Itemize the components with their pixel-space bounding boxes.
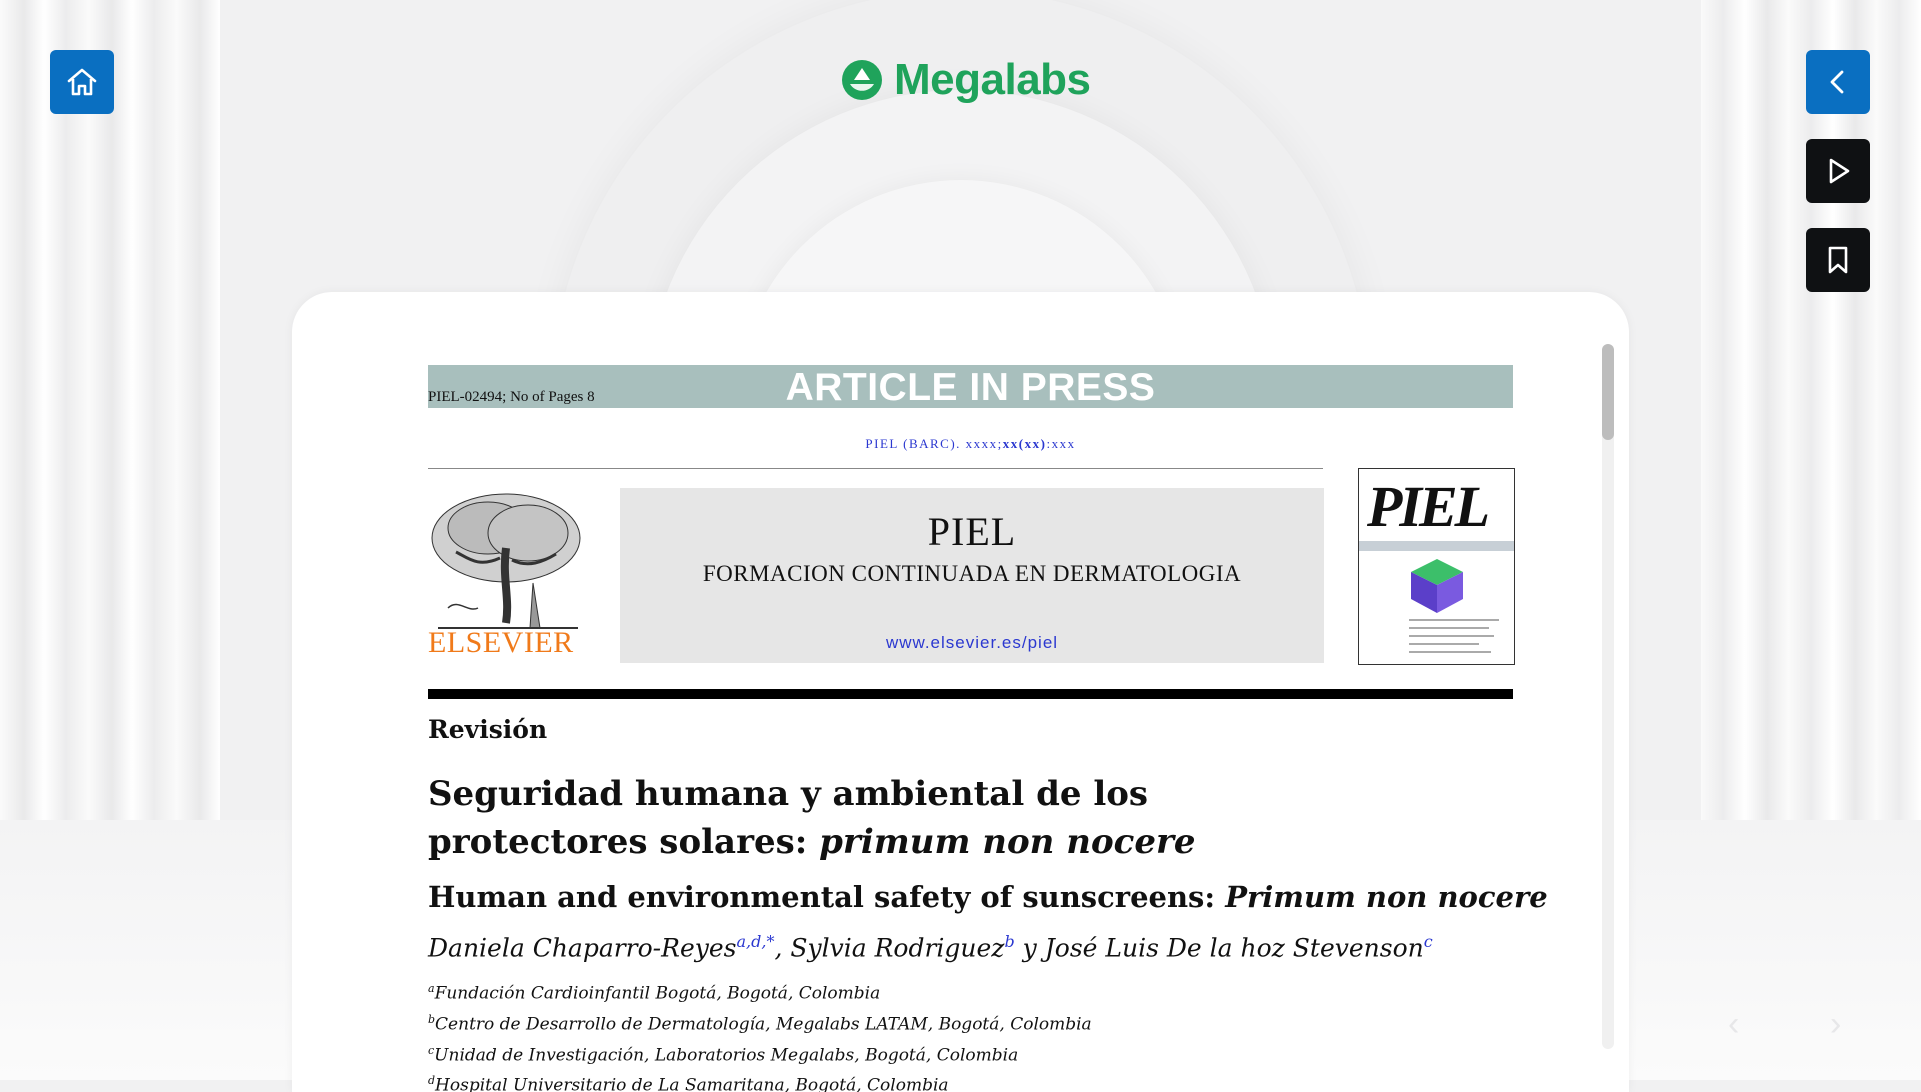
- journal-header: ELSEVIER PIEL FORMACION CONTINUADA EN DE…: [428, 468, 1515, 692]
- author-marks[interactable]: c: [1424, 932, 1433, 951]
- journal-citation-pages: :xxx: [1046, 436, 1076, 451]
- play-icon: [1829, 158, 1850, 184]
- home-icon: [67, 68, 97, 96]
- cover-text-line: [1409, 619, 1499, 621]
- affiliation-item: aFundación Cardioinfantil Bogotá, Bogotá…: [428, 976, 1513, 1007]
- author-list: Daniela Chaparro-Reyesa,d,*, Sylvia Rodr…: [428, 932, 1513, 962]
- author-separator: ,: [774, 933, 791, 963]
- author-separator: y: [1014, 933, 1045, 963]
- cover-strip: [1359, 541, 1514, 551]
- author-name: José Luis De la hoz Stevenson: [1044, 933, 1424, 963]
- curtain-left: [0, 0, 220, 850]
- title-en-italic: Primum non nocere: [1225, 880, 1548, 914]
- author-marks[interactable]: b: [1004, 932, 1014, 951]
- affiliation-item: cUnidad de Investigación, Laboratorios M…: [428, 1038, 1513, 1069]
- journal-citation-issue: xx(xx): [1002, 436, 1047, 451]
- header-divider: [428, 468, 1323, 469]
- author-name: Daniela Chaparro-Reyes: [428, 933, 737, 963]
- curtain-right: [1701, 0, 1921, 850]
- cover-text-line: [1409, 651, 1491, 653]
- affiliation-mark: d: [428, 1074, 436, 1088]
- bookmark-button[interactable]: [1806, 228, 1870, 292]
- journal-cover-thumbnail: PIEL: [1358, 468, 1515, 665]
- author-marks[interactable]: a,d,*: [737, 932, 775, 951]
- affiliation-mark: b: [428, 1012, 436, 1026]
- megalabs-logo-icon: [842, 60, 882, 100]
- affiliation-text: Unidad de Investigación, Laboratorios Me…: [434, 1045, 1019, 1066]
- affiliation-list: aFundación Cardioinfantil Bogotá, Bogotá…: [428, 976, 1513, 1092]
- affiliation-item: dHospital Universitario de La Samaritana…: [428, 1068, 1513, 1092]
- article-type: Revisión: [428, 715, 548, 744]
- back-button[interactable]: [1806, 50, 1870, 114]
- chevron-left-icon: [1830, 70, 1844, 94]
- scrollbar-track[interactable]: [1602, 344, 1614, 1049]
- document-page: PIEL-02494; No of Pages 8 ARTICLE IN PRE…: [428, 365, 1548, 1092]
- affiliation-text: Hospital Universitario de La Samaritana,…: [435, 1075, 949, 1092]
- journal-url[interactable]: www.elsevier.es/piel: [620, 633, 1324, 653]
- scrollbar-thumb[interactable]: [1602, 344, 1614, 440]
- journal-subtitle: FORMACION CONTINUADA EN DERMATOLOGIA: [702, 561, 1242, 586]
- journal-citation: PIEL (BARC). xxxx;xx(xx):xxx: [428, 436, 1513, 452]
- affiliation-text: Fundación Cardioinfantil Bogotá, Bogotá,…: [434, 983, 881, 1004]
- article-in-press-title: ARTICLE IN PRESS: [785, 366, 1156, 409]
- document-viewer[interactable]: PIEL-02494; No of Pages 8 ARTICLE IN PRE…: [292, 292, 1629, 1092]
- title-en-main: Human and environmental safety of sunscr…: [428, 880, 1226, 914]
- article-title-spanish: Seguridad humana y ambiental de los prot…: [428, 770, 1368, 866]
- play-button[interactable]: [1806, 139, 1870, 203]
- journal-citation-prefix: PIEL (BARC). xxxx;: [865, 436, 1003, 451]
- cover-text-line: [1409, 627, 1489, 629]
- elsevier-wordmark: ELSEVIER: [428, 626, 574, 659]
- cover-text-line: [1409, 643, 1479, 645]
- title-es-italic: primum non nocere: [819, 822, 1196, 862]
- cover-text-line: [1409, 635, 1494, 637]
- bookmark-icon: [1828, 246, 1848, 274]
- article-title-english: Human and environmental safety of sunscr…: [428, 880, 1548, 914]
- cover-title: PIEL: [1367, 474, 1490, 539]
- brand-logo: Megalabs: [840, 55, 1091, 105]
- home-button[interactable]: [50, 50, 114, 114]
- affiliation-item: bCentro de Desarrollo de Dermatología, M…: [428, 1007, 1513, 1038]
- article-in-press-bar: PIEL-02494; No of Pages 8 ARTICLE IN PRE…: [428, 365, 1513, 409]
- brand-name: Megalabs: [894, 55, 1091, 104]
- next-page-arrow-icon[interactable]: ›: [1830, 1005, 1841, 1044]
- journal-masthead: PIEL FORMACION CONTINUADA EN DERMATOLOGI…: [620, 488, 1324, 663]
- cover-cube-icon: [1411, 559, 1463, 613]
- author-name: Sylvia Rodriguez: [790, 933, 1005, 963]
- affiliation-text: Centro de Desarrollo de Dermatología, Me…: [435, 1014, 1092, 1035]
- journal-title: PIEL: [927, 509, 1017, 554]
- prev-page-arrow-icon[interactable]: ‹: [1728, 1005, 1739, 1044]
